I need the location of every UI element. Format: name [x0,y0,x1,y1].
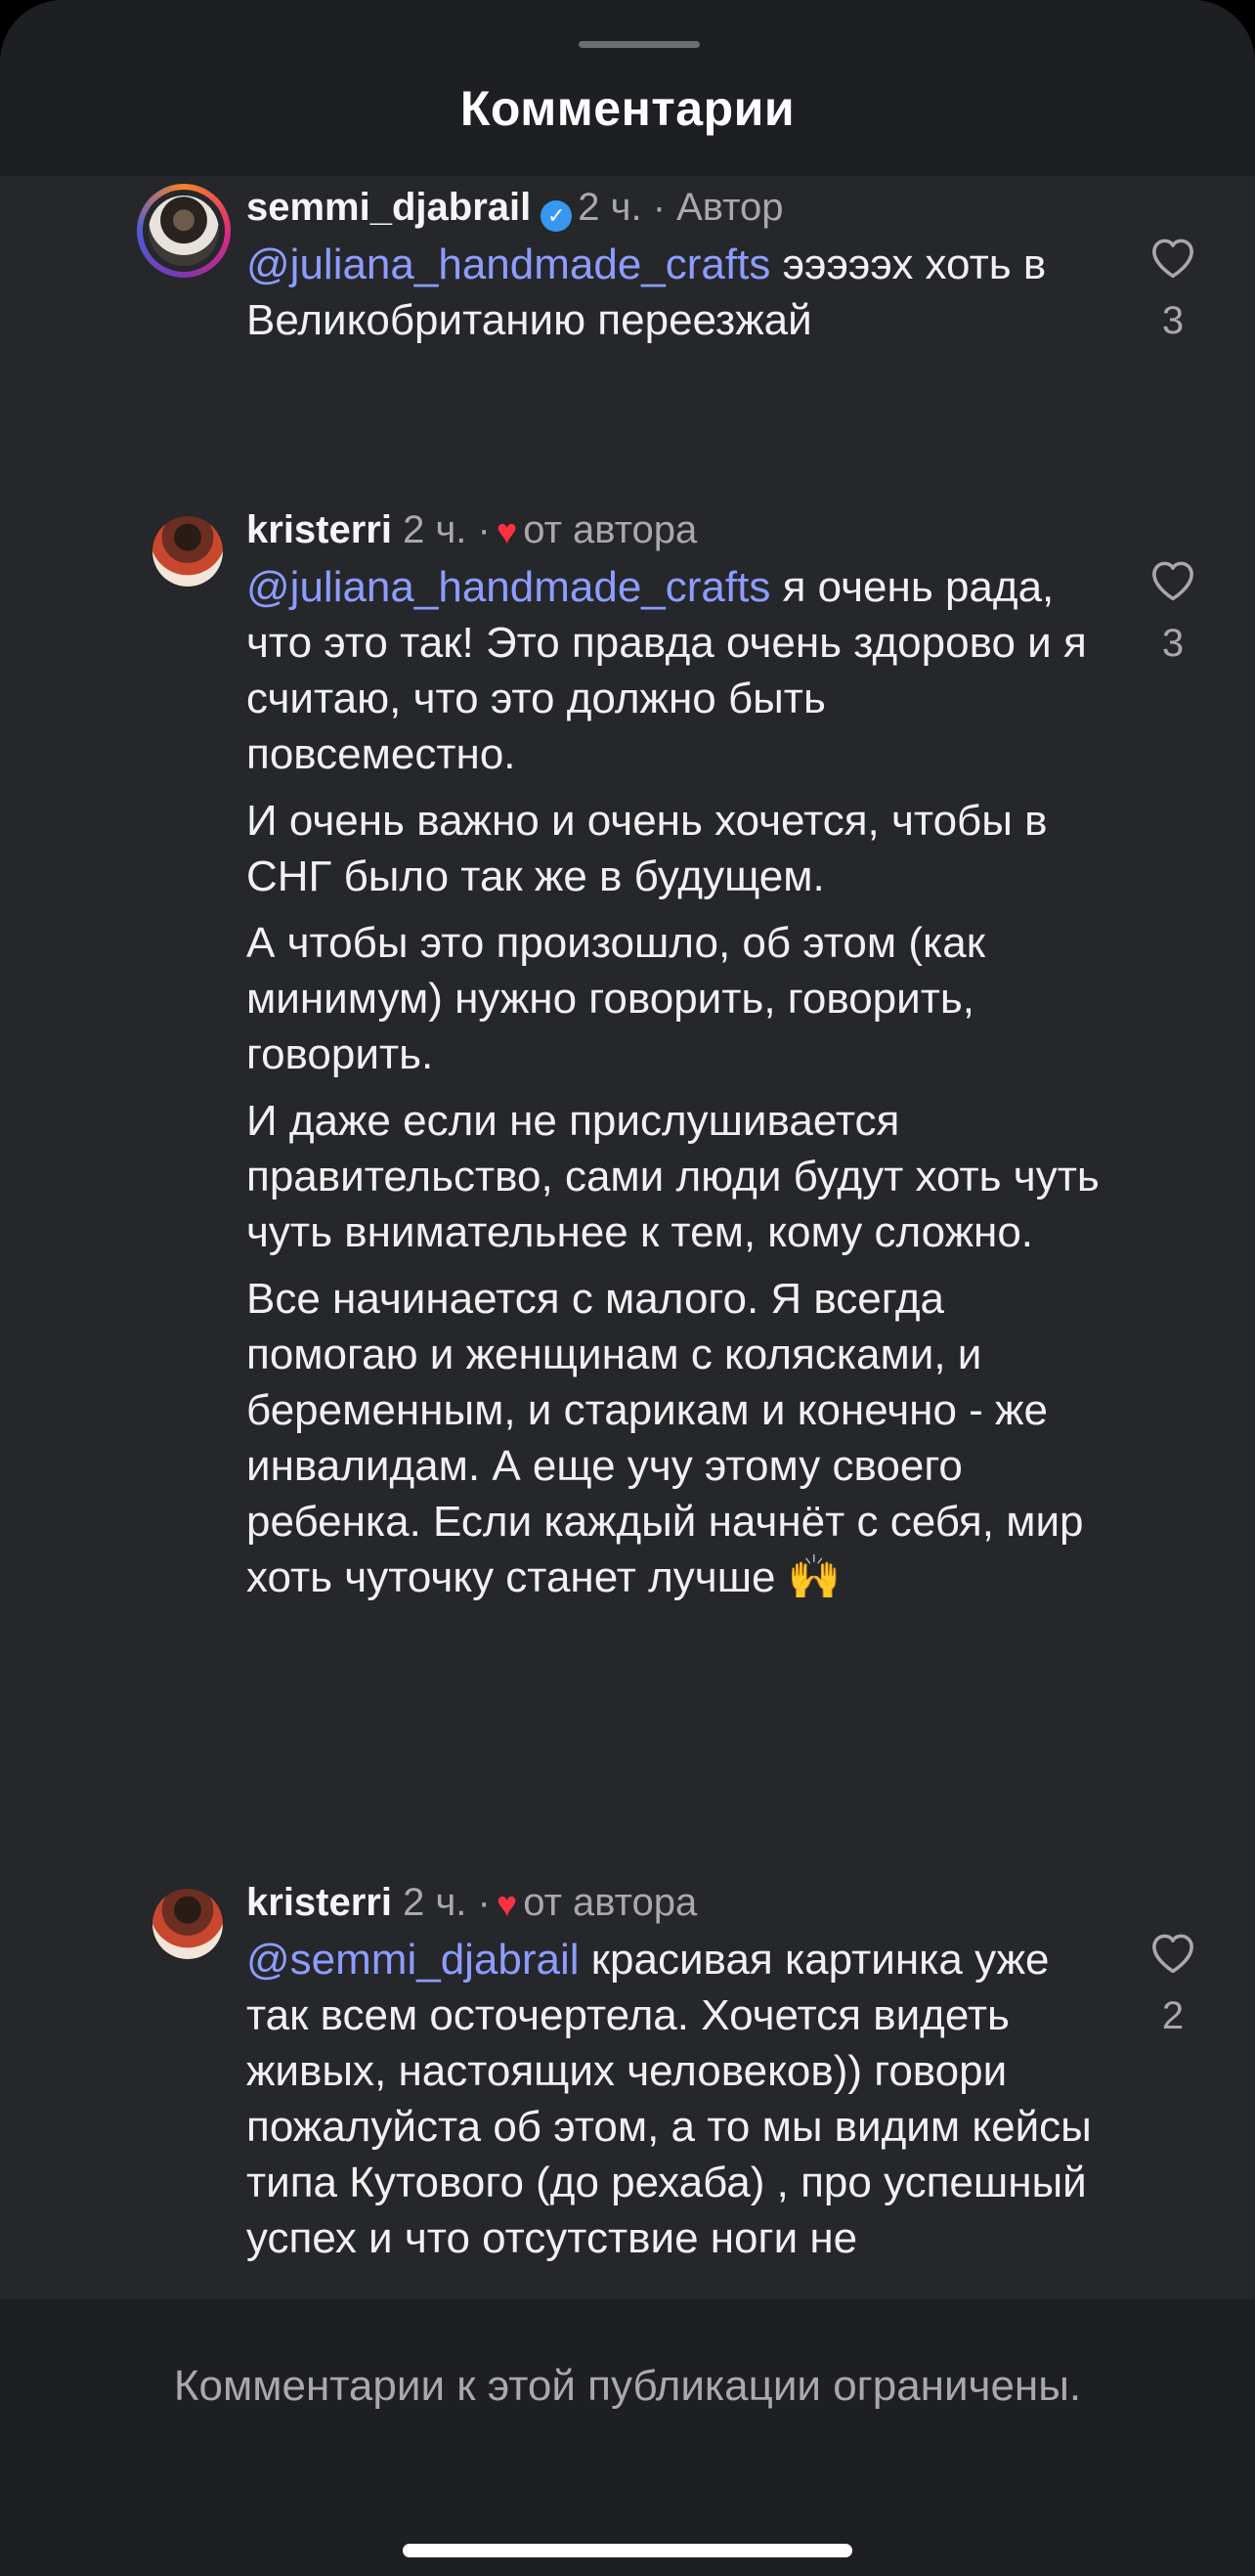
home-indicator[interactable] [403,2544,852,2557]
like-button[interactable]: 3 [1144,231,1202,343]
verified-badge-icon: ✓ [541,200,573,232]
mention-link[interactable]: @semmi_djabrail [246,1936,580,1984]
like-count: 3 [1161,622,1185,665]
heart-outline-icon [1152,1934,1193,1974]
liked-by-author-heart-icon: ♥ [496,1884,518,1924]
comment-meta: kristerri 2 ч. · ♥ от автора [246,1879,697,1928]
sheet-grabber-handle[interactable] [579,41,700,48]
comment-item: kristerri 2 ч. · ♥ от автора @semmi_djabra… [0,1871,1255,2299]
comment-username[interactable]: kristerri [246,1881,392,1924]
like-count: 3 [1161,299,1185,342]
liked-by-author-heart-icon: ♥ [496,511,518,551]
comment-time: 2 ч. · [403,508,491,551]
avatar-story-ring[interactable] [137,184,231,278]
sheet-title: Комментарии [459,81,796,136]
comment-text: @juliana_handmade_crafts эээээх хоть в В… [246,237,1106,359]
comments-restricted-notice: Комментарии к этой публикации ограничены… [173,2362,1082,2410]
comments-sheet: Комментарии semmi_djabrail ✓ 2 ч. · Автор … [0,0,1255,2576]
avatar-ring-gap [143,190,225,272]
comment-meta: kristerri 2 ч. · ♥ от автора [246,506,697,555]
comment-paragraph: И очень важно и очень хочется, чтобы в С… [246,797,1048,900]
comment-meta: semmi_djabrail ✓ 2 ч. · Автор [246,184,784,232]
like-button[interactable]: 2 [1144,1926,1202,2038]
like-count: 2 [1161,1994,1185,2037]
sheet-header: Комментарии [0,0,1255,176]
author-tag: · Автор [652,186,784,229]
comment-paragraph: И даже если не прислушивается правительс… [246,1097,1100,1256]
comment-text: @semmi_djabrail красивая картинка уже та… [246,1932,1106,2277]
comment-text: @juliana_handmade_crafts я очень рада, ч… [246,559,1106,1616]
comments-list[interactable]: semmi_djabrail ✓ 2 ч. · Автор @juliana_han… [0,176,1255,2299]
liked-by-author-label: от автора [523,1881,698,1924]
comment-item: kristerri 2 ч. · ♥ от автора @juliana_hand… [0,499,1255,1867]
comment-paragraph: Все начинается с малого. Я всегда помога… [246,1275,1084,1601]
avatar [149,196,219,266]
comment-time: 2 ч. · [403,1881,491,1924]
avatar[interactable] [152,516,223,587]
comment-item: semmi_djabrail ✓ 2 ч. · Автор @juliana_han… [0,176,1255,489]
comments-footer: Комментарии к этой публикации ограничены… [0,2299,1255,2576]
heart-outline-icon [1152,239,1193,279]
comment-paragraph: А чтобы это произошло, об этом (как мини… [246,919,985,1078]
comment-time: 2 ч. [578,186,642,229]
comment-username[interactable]: semmi_djabrail [246,186,531,229]
mention-link[interactable]: @juliana_handmade_crafts [246,240,770,288]
mention-link[interactable]: @juliana_handmade_crafts [246,563,770,611]
comment-paragraph: красивая картинка уже так всем осточерте… [246,1936,1092,2262]
comment-username[interactable]: kristerri [246,508,392,551]
liked-by-author-label: от автора [523,508,698,551]
avatar[interactable] [152,1889,223,1959]
like-button[interactable]: 3 [1144,553,1202,666]
heart-outline-icon [1152,561,1193,601]
